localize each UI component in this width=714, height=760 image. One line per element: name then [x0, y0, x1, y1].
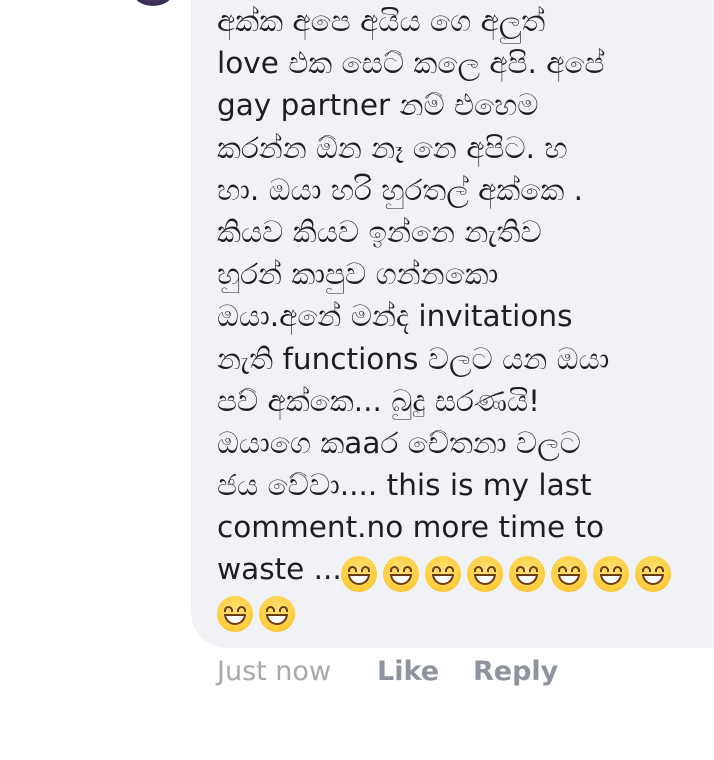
comment-line: ඔයාගෙ කaaර චේතනා වලට	[217, 425, 581, 460]
comment-line: පව් අක්කෙ... බුදු සරණයි!	[217, 383, 540, 418]
grinning-face-icon	[341, 556, 377, 592]
comment-line: කියව කියව ඉන්නෙ නැතිව	[217, 214, 542, 249]
grinning-face-icon	[259, 596, 295, 632]
comment-line: comment.no more time to	[217, 510, 605, 545]
grinning-face-icon	[551, 556, 587, 592]
comment-line: gay partner නම් එහෙම	[217, 88, 539, 123]
comment-line: හා. ඔයා හරි හුරතල් අක්කෙ .	[217, 172, 584, 207]
grinning-face-icon	[467, 556, 503, 592]
grinning-face-icon	[217, 596, 253, 632]
comment-line: නැති functions වලට යන ඔයා	[217, 341, 610, 376]
emoji-row	[341, 556, 677, 592]
like-button[interactable]: Like	[377, 655, 439, 689]
comment-line: ජය වේවා.... this is my last	[217, 468, 592, 503]
comment-screen: අක්ක අපෙ අයිය ගෙ අලුත් love එක සෙට් කලෙ …	[0, 0, 714, 760]
grinning-face-icon	[383, 556, 419, 592]
grinning-face-icon	[635, 556, 671, 592]
comment-line: අක්ක අපෙ අයිය ගෙ අලුත්	[217, 4, 546, 38]
comment-line: ඔයා.අනේ මන්ද invitations	[217, 299, 573, 334]
comment-line: love එක සෙට් කලෙ අපි. අපේ	[217, 46, 605, 81]
comment-line: හුරන් කාපුව ගන්නකො	[217, 257, 499, 292]
commenter-avatar[interactable]	[133, 0, 173, 6]
comment-text: අක්ක අපෙ අයිය ගෙ අලුත් love එක සෙට් කලෙ …	[217, 0, 687, 591]
grinning-face-icon	[425, 556, 461, 592]
comment-line: කරන්න ඕන නෑ නෙ අපිට. හ	[217, 130, 568, 165]
comment-timestamp: Just now	[217, 656, 332, 687]
grinning-face-icon	[509, 556, 545, 592]
reply-button[interactable]: Reply	[473, 655, 558, 689]
grinning-face-icon	[593, 556, 629, 592]
emoji-row	[217, 596, 301, 632]
